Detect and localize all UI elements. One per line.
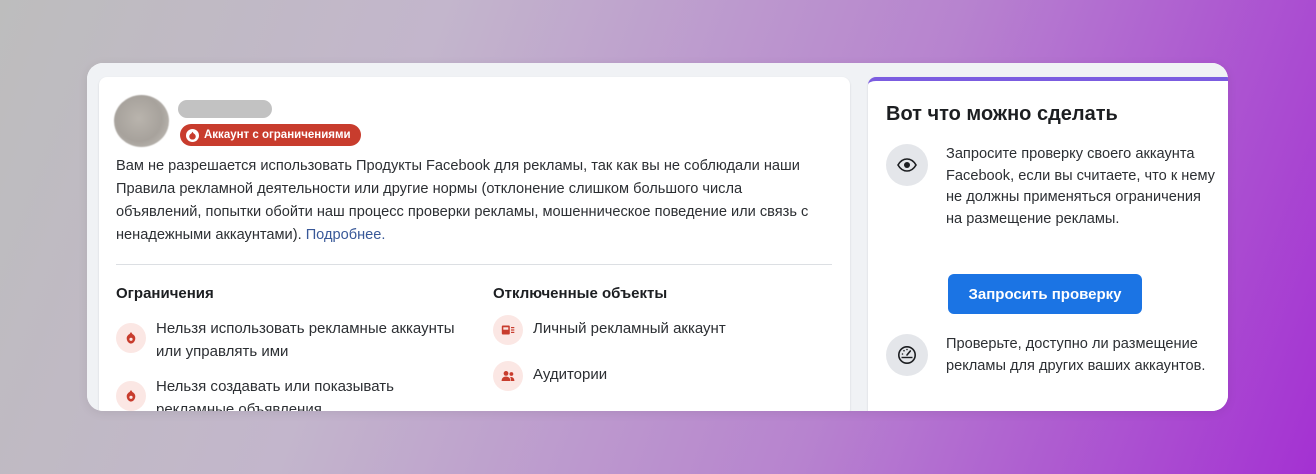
restriction-item-label: Нельзя использовать рекламные аккаунты и… — [156, 320, 455, 360]
learn-more-link[interactable]: Подробнее. — [306, 227, 386, 243]
restriction-item: Нельзя использовать рекламные аккаунты и… — [116, 317, 476, 363]
disabled-object-item: Личный рекламный аккаунт — [493, 315, 813, 345]
actions-card: Вот что можно сделать Запросите проверку… — [868, 77, 1228, 411]
audience-icon — [493, 361, 523, 391]
account-status-card: Аккаунт с ограничениями Вам не разрешает… — [99, 77, 850, 411]
restriction-icon — [116, 323, 146, 353]
check-other-accounts-item: Проверьте, доступно ли размещение реклам… — [886, 334, 1216, 377]
actions-title: Вот что можно сделать — [886, 103, 1118, 125]
check-other-accounts-text: Проверьте, доступно ли размещение реклам… — [946, 336, 1206, 374]
disabled-objects-heading: Отключенные объекты — [493, 285, 668, 302]
request-review-text: Запросите проверку своего аккаунта Faceb… — [946, 146, 1215, 227]
restriction-icon — [116, 381, 146, 411]
account-name-redacted — [178, 100, 272, 118]
section-divider — [116, 264, 832, 265]
request-review-button[interactable]: Запросить проверку — [948, 274, 1142, 314]
restriction-description: Вам не разрешается использовать Продукты… — [116, 155, 821, 247]
badge-label: Аккаунт с ограничениями — [204, 129, 351, 141]
restriction-badge-icon — [186, 128, 199, 142]
restricted-account-badge: Аккаунт с ограничениями — [180, 124, 361, 146]
restriction-item: Нельзя создавать или показывать рекламны… — [116, 375, 456, 411]
screenshot-frame: Аккаунт с ограничениями Вам не разрешает… — [87, 63, 1228, 411]
disabled-object-label: Личный рекламный аккаунт — [533, 320, 726, 337]
ad-account-icon — [493, 315, 523, 345]
disabled-object-label: Аудитории — [533, 366, 608, 383]
eye-icon — [886, 144, 928, 186]
restrictions-heading: Ограничения — [116, 285, 214, 302]
avatar[interactable] — [114, 95, 169, 147]
gauge-icon — [886, 334, 928, 376]
description-text: Вам не разрешается использовать Продукты… — [116, 158, 809, 243]
restriction-item-label: Нельзя создавать или показывать рекламны… — [156, 378, 394, 411]
disabled-object-item: Аудитории — [493, 361, 813, 391]
request-review-item: Запросите проверку своего аккаунта Faceb… — [886, 144, 1216, 230]
